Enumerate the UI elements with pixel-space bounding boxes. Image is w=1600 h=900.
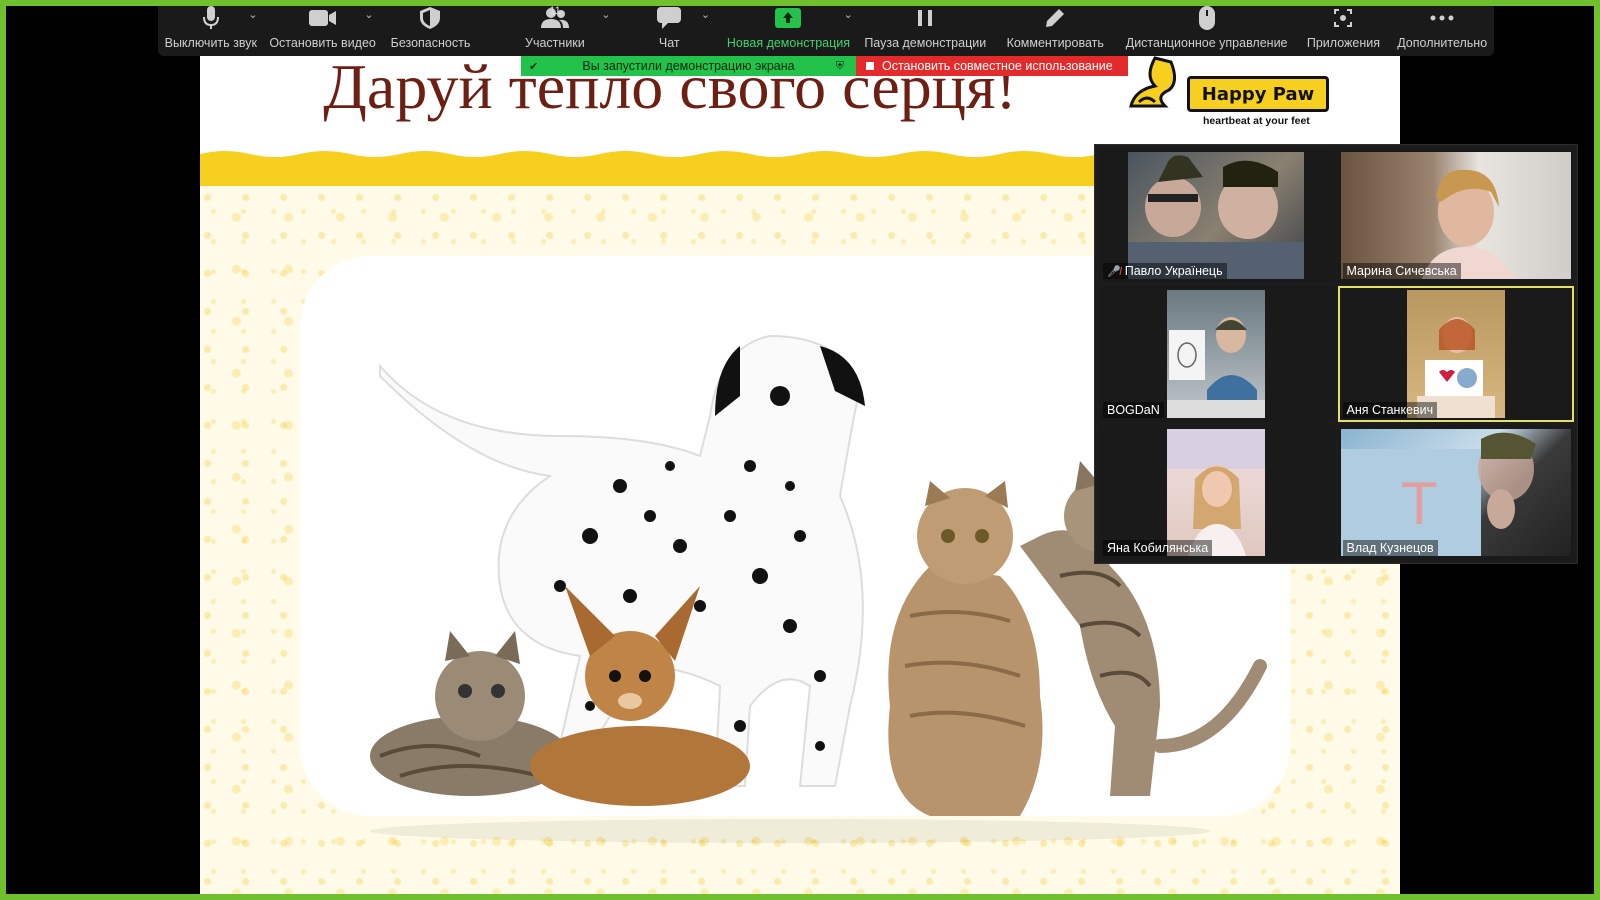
participant-tile[interactable]: BOGDaN xyxy=(1098,286,1335,422)
stop-video-button[interactable]: ⌄ Остановить видео xyxy=(264,0,382,56)
participant-name: Аня Станкевич xyxy=(1346,402,1434,417)
video-camera-icon xyxy=(308,5,337,31)
svg-text:T: T xyxy=(1401,470,1438,537)
pause-share-label: Пауза демонстрации xyxy=(864,36,987,50)
participant-video xyxy=(1406,290,1505,418)
share-screen-icon xyxy=(775,5,802,31)
chevron-down-icon[interactable]: ⌄ xyxy=(364,8,373,21)
chat-bubble-icon xyxy=(657,5,682,31)
shield-icon xyxy=(420,5,441,31)
participant-name: BOGDaN xyxy=(1107,402,1160,417)
annotate-button[interactable]: Комментировать xyxy=(994,0,1117,56)
chat-label: Чат xyxy=(658,36,680,50)
microphone-muted-icon: 🎤̸ xyxy=(1107,265,1121,278)
more-button[interactable]: Дополнительно xyxy=(1390,0,1494,56)
mouse-icon xyxy=(1198,5,1215,31)
shield-check-icon: ⛨ xyxy=(835,59,844,72)
annotate-label: Комментировать xyxy=(1006,36,1104,50)
chevron-down-icon[interactable]: ⌄ xyxy=(248,8,257,21)
participant-video: T xyxy=(1340,428,1571,556)
new-share-label: Новая демонстрация xyxy=(726,36,851,50)
chevron-down-icon[interactable]: ⌄ xyxy=(601,8,610,21)
remote-control-label: Дистанционное управление xyxy=(1125,36,1288,50)
pause-share-button[interactable]: Пауза демонстрации xyxy=(857,0,994,56)
pencil-icon xyxy=(1045,5,1065,31)
scottish-fold-cat xyxy=(888,481,1043,816)
chevron-down-icon[interactable]: ⌄ xyxy=(701,8,710,21)
participants-count: 11 xyxy=(549,5,561,17)
pause-icon xyxy=(916,5,934,31)
participant-tile[interactable]: T Влад Кузнецов xyxy=(1337,424,1574,560)
stop-share-label: Остановить совместное использование xyxy=(882,59,1113,73)
security-label: Безопасность xyxy=(390,36,471,50)
logo-tagline: heartbeat at your feet xyxy=(1203,115,1310,127)
participants-label: Участники xyxy=(525,36,585,50)
microphone-icon xyxy=(202,5,219,31)
participant-name-tag: Яна Кобилянська xyxy=(1103,539,1213,556)
participant-name: Павло Українець xyxy=(1124,264,1223,279)
participant-tile-active-speaker[interactable]: Аня Станкевич xyxy=(1337,286,1574,422)
stop-share-button[interactable]: Остановить совместное использование xyxy=(856,56,1128,76)
new-share-button[interactable]: ⌄ Новая демонстрация xyxy=(720,0,857,56)
participants-button[interactable]: 11 ⌄ Участники xyxy=(491,0,618,56)
mute-label: Выключить звук xyxy=(164,36,257,50)
sharing-status-text: Вы запустили демонстрацию экрана xyxy=(582,59,795,73)
meeting-toolbar: ⌄ Выключить звук ⌄ Остановить видео Безо… xyxy=(158,0,1494,56)
happy-paw-logo: Happy Paw heartbeat at your feet xyxy=(1125,56,1355,128)
participant-name-tag: Марина Сичевська xyxy=(1342,263,1461,280)
remote-control-button[interactable]: Дистанционное управление xyxy=(1117,0,1297,56)
pin-icon[interactable]: ✔ xyxy=(529,60,538,73)
participant-name: Марина Сичевська xyxy=(1346,264,1457,279)
logo-wordmark: Happy Paw xyxy=(1187,76,1329,112)
participant-video xyxy=(1167,428,1266,556)
sharing-status: ✔ Вы запустили демонстрацию экрана ⛨ xyxy=(521,56,856,76)
participant-tile[interactable]: Марина Сичевська xyxy=(1337,148,1574,284)
more-label: Дополнительно xyxy=(1397,36,1488,50)
mute-button[interactable]: ⌄ Выключить звук xyxy=(158,0,264,56)
participant-tile[interactable]: 🎤̸ Павло Українець xyxy=(1098,148,1335,284)
security-button[interactable]: Безопасность xyxy=(382,0,480,56)
participant-name-tag: Аня Станкевич xyxy=(1342,401,1438,418)
more-dots-icon xyxy=(1430,5,1454,31)
apps-label: Приложения xyxy=(1306,36,1380,50)
participant-video xyxy=(1128,152,1305,280)
participant-name-tag: BOGDaN xyxy=(1103,401,1164,418)
video-gallery: 🎤̸ Павло Українець Марина Сичевська BOGD… xyxy=(1094,144,1578,564)
apps-icon xyxy=(1333,5,1353,31)
chat-button[interactable]: ⌄ Чат xyxy=(618,0,720,56)
participant-tile[interactable]: Яна Кобилянська xyxy=(1098,424,1335,560)
sharing-banner: ✔ Вы запустили демонстрацию экрана ⛨ Ост… xyxy=(521,56,1128,76)
participant-video xyxy=(1340,152,1571,280)
video-label: Остановить видео xyxy=(269,36,376,50)
participant-name-tag: Влад Кузнецов xyxy=(1342,539,1438,556)
participant-name-tag: 🎤̸ Павло Українець xyxy=(1103,263,1227,280)
stop-icon xyxy=(866,62,874,70)
participant-video xyxy=(1167,290,1266,418)
participant-name: Влад Кузнецов xyxy=(1346,540,1434,555)
apps-button[interactable]: Приложения xyxy=(1296,0,1390,56)
participant-name: Яна Кобилянська xyxy=(1107,540,1209,555)
chevron-down-icon[interactable]: ⌄ xyxy=(844,8,853,21)
